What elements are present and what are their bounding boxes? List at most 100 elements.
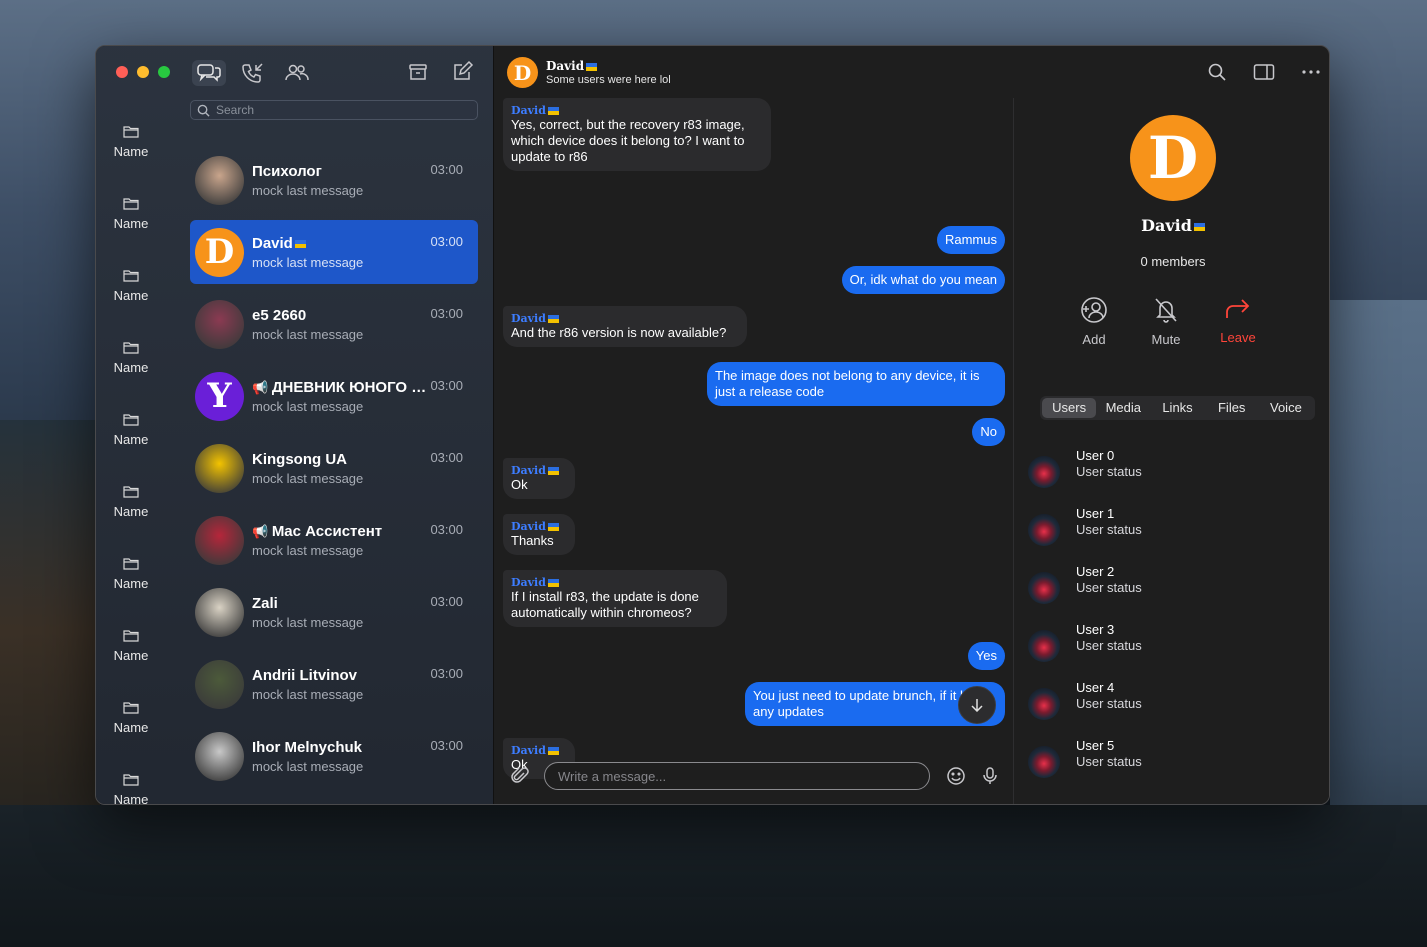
chat-last-message: mock last message (252, 614, 364, 630)
folder-item[interactable]: Name (96, 610, 166, 682)
incoming-message[interactable]: David If I install r83, the update is don… (503, 570, 727, 627)
message-sender: David (511, 312, 739, 325)
folder-item[interactable]: Name (96, 322, 166, 394)
calls-icon (242, 63, 263, 83)
contacts-tab[interactable] (280, 60, 314, 86)
member-list-item[interactable]: User 0 User status (1028, 446, 1142, 504)
add-label: Add (1082, 332, 1106, 347)
message-sender: David (511, 520, 567, 533)
folder-label: Name (113, 288, 149, 303)
outgoing-message[interactable]: Or, idk what do you mean (841, 266, 1005, 294)
member-list-item[interactable]: User 1 User status (1028, 504, 1142, 562)
tab-media[interactable]: Media (1096, 398, 1150, 418)
folder-item[interactable]: Name (96, 394, 166, 466)
member-name: User 0 (1076, 448, 1115, 463)
microphone-icon[interactable] (980, 766, 1000, 786)
folder-item[interactable]: Name (96, 538, 166, 610)
sidebar-toggle-icon[interactable] (1253, 62, 1275, 82)
folder-item[interactable]: Name (96, 466, 166, 538)
sidebar-actions (406, 60, 474, 84)
tab-files[interactable]: Files (1205, 398, 1259, 418)
folder-icon (123, 342, 139, 354)
chats-tab[interactable] (192, 60, 226, 86)
close-window-button[interactable] (116, 66, 128, 78)
paperclip-icon[interactable] (510, 766, 530, 786)
chat-name-text: Психолог (252, 162, 322, 180)
message-text: No (980, 424, 997, 439)
chat-list-item[interactable]: D David mock last message 03:00 (190, 220, 478, 284)
message-sender-name: David (511, 312, 546, 325)
chat-time: 03:00 (430, 234, 463, 249)
chat-last-message: mock last message (252, 686, 364, 702)
chat-list-item[interactable]: Ihor Melnychuk mock last message 03:00 (190, 724, 478, 788)
scroll-to-bottom-button[interactable] (958, 686, 996, 724)
member-list-item[interactable]: User 2 User status (1028, 562, 1142, 620)
traffic-lights (116, 66, 170, 78)
search-bar[interactable] (190, 100, 478, 120)
folder-icon (123, 414, 139, 426)
chat-list-item[interactable]: 📢 Mac Ассистент mock last message 03:00 (190, 508, 478, 572)
member-count: 0 members (1140, 254, 1206, 269)
more-icon[interactable] (1301, 62, 1321, 82)
incoming-message[interactable]: David Yes, correct, but the recovery r83 … (503, 98, 771, 171)
chat-last-message: mock last message (252, 182, 364, 198)
emoji-icon[interactable] (946, 766, 966, 786)
folder-icon (123, 558, 139, 570)
add-button[interactable]: Add (1074, 296, 1114, 347)
message-text: You just need to update brunch, if it ha… (753, 688, 981, 719)
chat-list-item[interactable]: Zali mock last message 03:00 (190, 580, 478, 644)
conversation-avatar[interactable]: D (507, 57, 538, 88)
tab-links[interactable]: Links (1150, 398, 1204, 418)
chat-last-message: mock last message (252, 398, 364, 414)
incoming-message[interactable]: David Thanks (503, 514, 575, 555)
ukraine-flag-icon (547, 315, 559, 323)
folder-item[interactable]: Name (96, 178, 166, 250)
chat-name: David (252, 235, 427, 252)
chat-name-text: Zali (252, 594, 278, 612)
message-input[interactable] (544, 762, 930, 790)
mute-button[interactable]: Mute (1146, 296, 1186, 347)
folder-item[interactable]: Name (96, 754, 166, 804)
minimize-window-button[interactable] (137, 66, 149, 78)
chat-name-text: ДНЕВНИК ЮНОГО ТРЕЙДЕРА (271, 378, 427, 396)
chat-name: Ihor Melnychuk (252, 739, 427, 756)
conversation-header[interactable]: D David Some users were here lol (494, 46, 1013, 98)
member-list-item[interactable]: User 4 User status (1028, 678, 1142, 736)
chat-name-text: Mac Ассистент (271, 522, 383, 540)
chat-list-item[interactable]: Kingsong UA mock last message 03:00 (190, 436, 478, 500)
search-icon[interactable] (1207, 62, 1227, 82)
outgoing-message[interactable]: No (972, 418, 1005, 446)
chat-name-text: Andrii Litvinov (252, 666, 357, 684)
chat-name: Andrii Litvinov (252, 667, 427, 684)
outgoing-message[interactable]: Rammus (936, 226, 1005, 254)
archive-icon[interactable] (406, 60, 430, 84)
incoming-message[interactable]: David Ok (503, 458, 575, 499)
calls-tab[interactable] (236, 60, 270, 86)
tab-voice[interactable]: Voice (1259, 398, 1313, 418)
member-list-item[interactable]: User 5 User status (1028, 736, 1142, 794)
folder-item[interactable]: Name (96, 250, 166, 322)
compose-icon[interactable] (450, 60, 474, 84)
chat-list-item[interactable]: e5 2660 mock last message 03:00 (190, 292, 478, 356)
folder-item[interactable]: Name (96, 682, 166, 754)
chat-list-item[interactable]: Andrii Litvinov mock last message 03:00 (190, 652, 478, 716)
leave-button[interactable]: Leave (1218, 296, 1258, 347)
chat-avatar (195, 587, 244, 637)
outgoing-message[interactable]: Yes (967, 642, 1005, 670)
search-input[interactable] (216, 103, 456, 117)
zoom-window-button[interactable] (158, 66, 170, 78)
arrow-down-icon (971, 699, 983, 712)
chat-avatar: D (195, 227, 244, 277)
member-list-item[interactable]: User 3 User status (1028, 620, 1142, 678)
tab-users[interactable]: Users (1042, 398, 1097, 418)
folder-item[interactable]: Name (96, 106, 166, 178)
ukraine-flag-icon (1193, 222, 1205, 231)
chat-list-item[interactable]: Психолог mock last message 03:00 (190, 148, 478, 212)
message-text: Ok (511, 477, 528, 492)
chat-avatar (195, 515, 244, 565)
chat-list-item[interactable]: Y 📢 ДНЕВНИК ЮНОГО ТРЕЙДЕРА mock last messa… (190, 364, 478, 428)
ukraine-flag-icon (547, 523, 559, 531)
incoming-message[interactable]: David And the r86 version is now availabl… (503, 306, 747, 347)
outgoing-message[interactable]: The image does not belong to any device,… (707, 362, 1005, 406)
chat-last-message: mock last message (252, 758, 364, 774)
